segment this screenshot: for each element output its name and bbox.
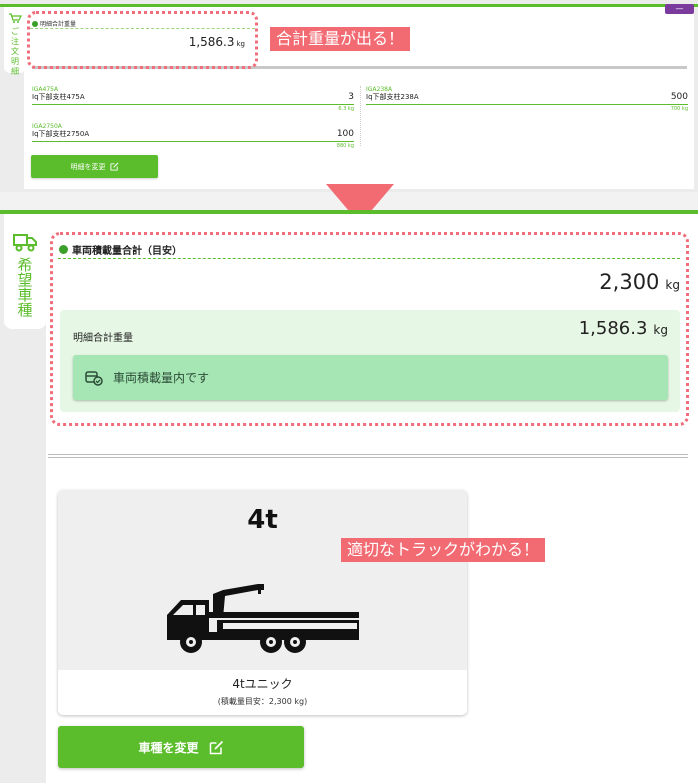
vehicle-selection-panel: 希望車種 車両積載量合計（目安） 2,300 kg 明細合計重量 1,586.3 k… xyxy=(0,210,698,783)
order-item-1: IGA475A Iq下部支柱475A 3 6.3 kg xyxy=(32,86,354,112)
truck-tonnage: 4t xyxy=(247,505,278,535)
item-name: Iq下部支柱238A xyxy=(366,93,419,101)
change-order-button[interactable]: 明細を変更 xyxy=(31,155,158,178)
tab-vehicle-type[interactable]: 希望車種 xyxy=(4,214,46,329)
item-quantity: 500 xyxy=(670,92,688,102)
cart-icon xyxy=(9,13,22,23)
truck-name: 4tユニック xyxy=(232,677,293,691)
truck-option-card[interactable]: 4t 4tユニック (積載量目安：2,300 kg) xyxy=(58,490,467,715)
section-divider xyxy=(48,454,688,458)
item-name: Iq下部支柱475A xyxy=(32,93,85,101)
order-summary-panel: ご注文明細 — 明細合計重量 1,586.3 kg IGA475A Iq下部支柱4… xyxy=(0,0,698,192)
item-weight: 700 kg xyxy=(366,106,688,112)
edit-icon xyxy=(109,162,118,171)
tab-order-details[interactable]: ご注文明細 xyxy=(4,7,26,76)
item-quantity: 100 xyxy=(336,129,354,139)
change-vehicle-button-label: 車種を変更 xyxy=(138,740,199,755)
highlight-total-weight xyxy=(27,11,258,69)
change-order-button-label: 明細を変更 xyxy=(70,162,106,171)
item-weight-value: 700 xyxy=(670,106,681,112)
tab-order-details-label: ご注文明細 xyxy=(11,27,19,76)
item-name: Iq下部支柱2750A xyxy=(32,130,90,138)
order-item-2: IGA238A Iq下部支柱238A 500 700 kg xyxy=(366,86,688,112)
item-weight: 880 kg xyxy=(32,143,354,149)
item-quantity: 3 xyxy=(348,92,354,102)
item-weight-value: 6.3 xyxy=(338,106,347,112)
truck-image-area: 4t xyxy=(58,490,467,670)
callout-total-weight: 合計重量が出る！ xyxy=(270,27,411,51)
unic-truck-icon xyxy=(167,584,359,653)
truck-tab-icon xyxy=(13,234,37,252)
highlight-capacity xyxy=(50,232,689,426)
item-weight-unit: kg xyxy=(347,106,354,112)
truck-capacity-note: (積載量目安：2,300 kg) xyxy=(217,697,308,706)
order-item-3: IGA2750A Iq下部支柱2750A 100 880 kg xyxy=(32,123,354,149)
item-underline xyxy=(32,104,354,105)
column-divider xyxy=(360,86,361,146)
item-underline xyxy=(366,104,688,105)
tab-vehicle-type-label: 希望車種 xyxy=(17,256,33,319)
item-weight: 6.3 kg xyxy=(32,106,354,112)
edit-icon xyxy=(209,740,223,754)
item-underline xyxy=(32,141,354,142)
item-weight-unit: kg xyxy=(347,143,354,149)
callout-vehicle: 適切なトラックがわかる！ xyxy=(341,538,546,562)
item-weight-value: 880 xyxy=(336,143,347,149)
change-vehicle-button[interactable]: 車種を変更 xyxy=(58,726,304,768)
menu-badge[interactable]: — xyxy=(665,4,694,14)
item-weight-unit: kg xyxy=(681,106,688,112)
